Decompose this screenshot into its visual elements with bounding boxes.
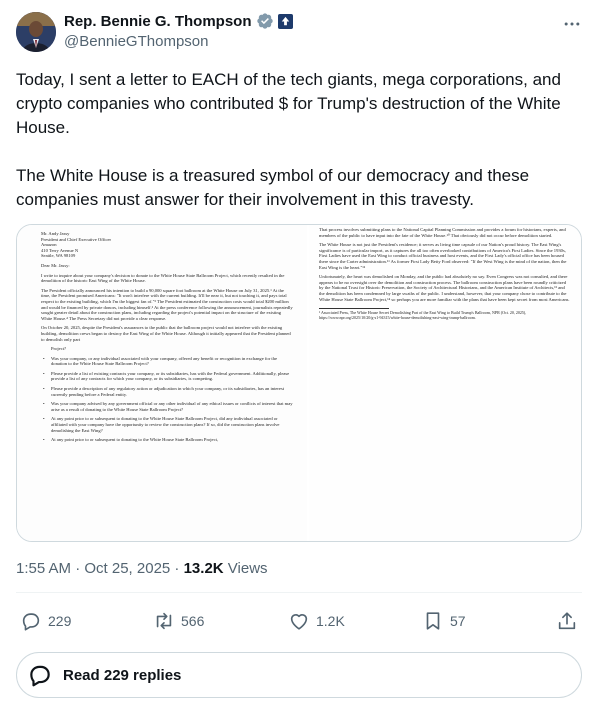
tweet-paragraph: Today, I sent a letter to EACH of the te…: [16, 70, 561, 137]
avatar[interactable]: [16, 12, 56, 52]
letter-paragraph: The President officially announced his i…: [41, 287, 293, 321]
avatar-portrait-icon: [16, 12, 56, 52]
read-replies-label: Read 229 replies: [63, 666, 182, 684]
letter-bullet: Please provide a list of existing contra…: [43, 371, 293, 382]
bookmark-count: 57: [450, 613, 466, 629]
tweet-header: Rep. Bennie G. Thompson @BennieGThompson: [16, 10, 582, 54]
letter-page-left: Mr. Andy Jassy President and Chief Execu…: [17, 225, 307, 541]
more-options-icon[interactable]: [562, 14, 582, 34]
reply-button[interactable]: 229: [20, 610, 71, 632]
heart-icon: [290, 614, 308, 630]
letter-footnote: ¹ Associated Press, The White House Secr…: [319, 310, 527, 320]
repost-count: 566: [181, 613, 205, 629]
government-label-icon[interactable]: [277, 13, 293, 29]
letter-bullet: At any point prior to or subsequent to d…: [43, 437, 293, 443]
name-row: Rep. Bennie G. Thompson: [64, 12, 293, 30]
repost-icon: [156, 612, 172, 630]
reply-bubble-icon: [30, 665, 50, 687]
letter-bullet: At any point prior to or subsequent to d…: [43, 416, 293, 433]
letter-paragraph: The White House is not just the Presiden…: [319, 242, 567, 270]
reply-icon: [22, 613, 40, 631]
letter-question-tail: Project?: [51, 346, 67, 352]
share-icon: [558, 612, 576, 630]
tweet-text: Today, I sent a letter to EACH of the te…: [16, 68, 582, 212]
tweet-timestamp[interactable]: 1:55 AM · Oct 25, 2025 ·: [16, 560, 184, 577]
tweet-paragraph: The White House is a treasured symbol of…: [16, 166, 530, 209]
reply-count: 229: [48, 613, 72, 629]
author-handle[interactable]: @BennieGThompson: [64, 33, 208, 50]
letter-bullet: Was your company advised by any governme…: [43, 401, 293, 412]
tweet-media-image[interactable]: Mr. Andy Jassy President and Chief Execu…: [16, 224, 582, 542]
letter-address: Mr. Andy Jassy President and Chief Execu…: [41, 231, 293, 259]
divider: [16, 592, 582, 593]
address-line: Seattle, WA 98109: [41, 253, 76, 259]
views-label: Views: [223, 560, 268, 577]
author-name[interactable]: Rep. Bennie G. Thompson: [64, 13, 252, 30]
letter-paragraph: That process involves submitting plans t…: [319, 227, 566, 238]
repost-button[interactable]: 566: [153, 610, 204, 632]
views-count: 13.2K: [183, 560, 224, 577]
bookmark-icon: [426, 612, 440, 630]
letter-paragraph: On October 20, 2025, despite the Preside…: [41, 325, 291, 342]
like-count: 1.2K: [316, 613, 345, 629]
letter-paragraph: Unfortunately, the heart was demolished …: [319, 274, 570, 302]
verified-badge-icon[interactable]: [256, 12, 274, 30]
like-button[interactable]: 1.2K: [288, 610, 345, 632]
letter-bullet: Was your company, or any individual asso…: [43, 356, 293, 367]
tweet-meta: 1:55 AM · Oct 25, 2025 · 13.2K Views: [16, 560, 268, 577]
letter-bullet: Please provide a description of any regu…: [43, 386, 293, 397]
letter-paragraph: I write to inquire about your company's …: [41, 272, 285, 284]
footnote-rule: [319, 308, 389, 310]
read-replies-button[interactable]: Read 229 replies: [16, 652, 582, 698]
letter-salutation: Dear Mr. Jassy:: [41, 262, 70, 268]
action-bar: 229 566 1.2K 57: [16, 606, 582, 638]
share-button[interactable]: [556, 610, 578, 632]
letter-page-right: That process involves submitting plans t…: [309, 225, 581, 541]
bookmark-button[interactable]: 57: [422, 610, 466, 632]
